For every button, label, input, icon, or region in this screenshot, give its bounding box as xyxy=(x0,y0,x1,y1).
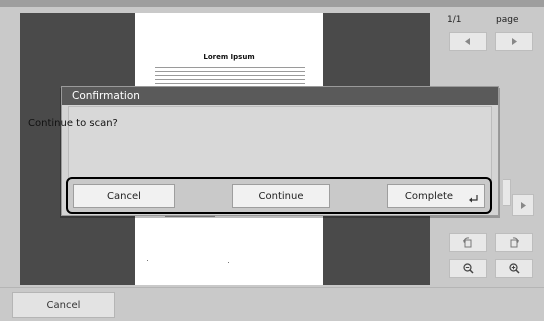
document-speck xyxy=(228,262,229,263)
page-label: page xyxy=(496,15,519,25)
rotate-right-icon xyxy=(510,236,519,247)
prev-page-button[interactable] xyxy=(449,32,487,51)
right-triangle-icon xyxy=(512,38,517,45)
document-title: Lorem Ipsum xyxy=(203,53,255,61)
document-speck xyxy=(147,260,148,261)
next-button[interactable] xyxy=(512,194,534,216)
dialog-message: Continue to scan? xyxy=(28,118,118,129)
zoom-out-button[interactable] xyxy=(449,259,487,278)
dialog-cancel-button[interactable]: Cancel xyxy=(73,184,175,208)
zoom-in-icon xyxy=(508,263,520,274)
rotate-left-icon xyxy=(463,236,472,247)
zoom-in-button[interactable] xyxy=(495,259,533,278)
rotate-left-button[interactable] xyxy=(449,233,487,252)
dialog-title: Confirmation xyxy=(62,87,498,105)
document-text-lines xyxy=(155,67,305,87)
complete-button-label: Complete xyxy=(404,190,454,202)
bottom-cancel-button[interactable]: Cancel xyxy=(12,292,115,318)
left-triangle-icon xyxy=(465,38,470,45)
page-counter: 1/1 xyxy=(447,15,462,25)
zoom-out-icon xyxy=(462,263,474,274)
enter-icon xyxy=(469,195,478,203)
right-triangle-icon xyxy=(521,201,526,209)
complete-button[interactable]: Complete xyxy=(387,184,485,208)
rotate-right-button[interactable] xyxy=(495,233,533,252)
side-button-stub xyxy=(503,179,511,206)
continue-button[interactable]: Continue xyxy=(232,184,330,208)
next-page-button[interactable] xyxy=(495,32,533,51)
